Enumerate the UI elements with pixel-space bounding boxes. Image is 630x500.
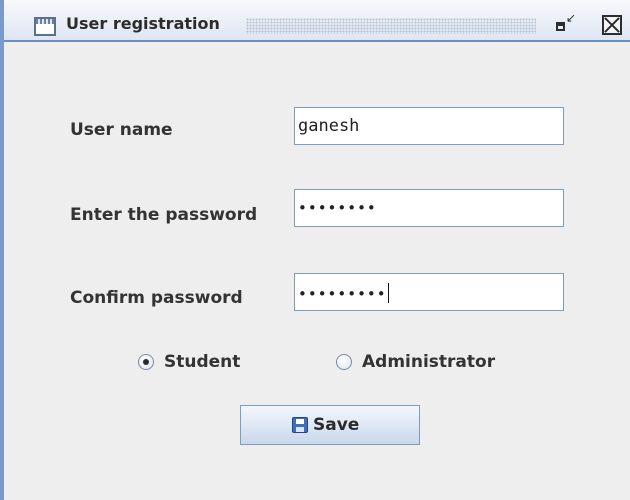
save-button[interactable]: Save bbox=[240, 405, 420, 445]
confirm-password-value: ••••••••• bbox=[298, 285, 387, 303]
radio-administrator-label[interactable]: Administrator bbox=[362, 352, 495, 372]
confirm-password-field[interactable]: ••••••••• bbox=[294, 273, 564, 311]
registration-window: User registration ↙ User name ganesh Ent… bbox=[0, 0, 630, 500]
radio-administrator-indicator[interactable] bbox=[336, 354, 352, 370]
radio-student-label[interactable]: Student bbox=[164, 352, 240, 372]
password-label: Enter the password bbox=[70, 205, 258, 225]
confirm-password-label: Confirm password bbox=[70, 288, 243, 308]
window-icon[interactable] bbox=[34, 17, 56, 36]
save-button-label: Save bbox=[313, 415, 360, 435]
title-bar-texture bbox=[246, 18, 536, 34]
floppy-disk-icon bbox=[292, 417, 308, 433]
radio-student-indicator[interactable] bbox=[138, 354, 154, 370]
password-field[interactable]: •••••••• bbox=[294, 189, 564, 227]
username-field[interactable]: ganesh bbox=[294, 107, 564, 145]
text-caret bbox=[387, 283, 389, 303]
close-icon[interactable] bbox=[602, 15, 622, 35]
username-label: User name bbox=[70, 120, 173, 140]
title-bar[interactable]: User registration ↙ bbox=[4, 0, 630, 42]
restore-icon[interactable]: ↙ bbox=[556, 12, 578, 36]
window-title: User registration bbox=[66, 14, 220, 33]
